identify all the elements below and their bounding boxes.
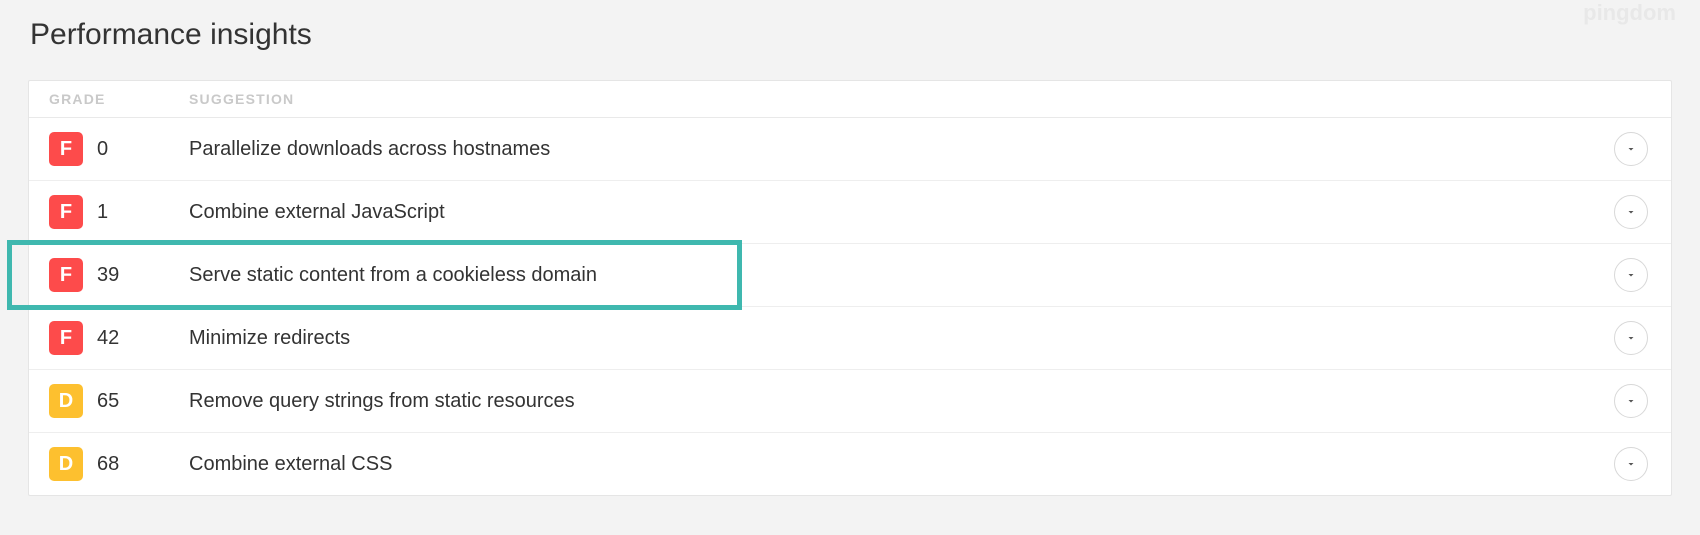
- suggestion-cell: Combine external CSS: [189, 453, 1611, 476]
- table-row[interactable]: D 68 Combine external CSS: [29, 433, 1671, 495]
- suggestion-cell: Combine external JavaScript: [189, 201, 1611, 224]
- expand-button[interactable]: [1614, 447, 1648, 481]
- table-row[interactable]: F 39 Serve static content from a cookieles…: [29, 244, 1671, 307]
- grade-badge: F: [49, 132, 83, 166]
- grade-badge: D: [49, 384, 83, 418]
- insights-table: GRADE SUGGESTION F0Parallelize downloads…: [28, 80, 1672, 496]
- chevron-down-icon: [1625, 138, 1637, 161]
- column-header-grade: GRADE: [49, 91, 189, 107]
- grade-badge: D: [49, 447, 83, 481]
- grade-badge: F: [49, 195, 83, 229]
- grade-cell: D 68: [49, 447, 189, 481]
- table-row[interactable]: F1Combine external JavaScript: [29, 181, 1671, 244]
- expand-button[interactable]: [1614, 321, 1648, 355]
- table-row[interactable]: D 65 Remove query strings from static reso…: [29, 370, 1671, 433]
- watermark-text: pingdom: [1583, 0, 1676, 26]
- chevron-down-icon: [1625, 390, 1637, 413]
- grade-score: 65: [97, 390, 119, 413]
- suggestion-cell: Minimize redirects: [189, 327, 1611, 350]
- column-header-suggestion: SUGGESTION: [189, 91, 1611, 107]
- grade-cell: F 39: [49, 258, 189, 292]
- grade-badge: F: [49, 321, 83, 355]
- suggestion-cell: Serve static content from a cookieless d…: [189, 264, 1611, 287]
- grade-cell: D 65: [49, 384, 189, 418]
- expand-button[interactable]: [1614, 384, 1648, 418]
- suggestion-cell: Parallelize downloads across hostnames: [189, 138, 1611, 161]
- table-row[interactable]: F0Parallelize downloads across hostnames: [29, 118, 1671, 181]
- chevron-down-icon: [1625, 453, 1637, 476]
- grade-cell: F0: [49, 132, 189, 166]
- grade-score: 68: [97, 453, 119, 476]
- expand-button[interactable]: [1614, 195, 1648, 229]
- chevron-down-icon: [1625, 201, 1637, 224]
- table-row[interactable]: F 42 Minimize redirects: [29, 307, 1671, 370]
- grade-score: 42: [97, 327, 119, 350]
- expand-button[interactable]: [1614, 132, 1648, 166]
- grade-score: 39: [97, 264, 119, 287]
- expand-button[interactable]: [1614, 258, 1648, 292]
- grade-cell: F1: [49, 195, 189, 229]
- page-title: Performance insights: [30, 18, 1672, 52]
- chevron-down-icon: [1625, 264, 1637, 287]
- insights-panel: Performance insights GRADE SUGGESTION F0…: [0, 0, 1700, 496]
- grade-score: 0: [97, 138, 108, 161]
- grade-score: 1: [97, 201, 108, 224]
- grade-cell: F 42: [49, 321, 189, 355]
- table-header-row: GRADE SUGGESTION: [29, 81, 1671, 118]
- grade-badge: F: [49, 258, 83, 292]
- chevron-down-icon: [1625, 327, 1637, 350]
- suggestion-cell: Remove query strings from static resourc…: [189, 390, 1611, 413]
